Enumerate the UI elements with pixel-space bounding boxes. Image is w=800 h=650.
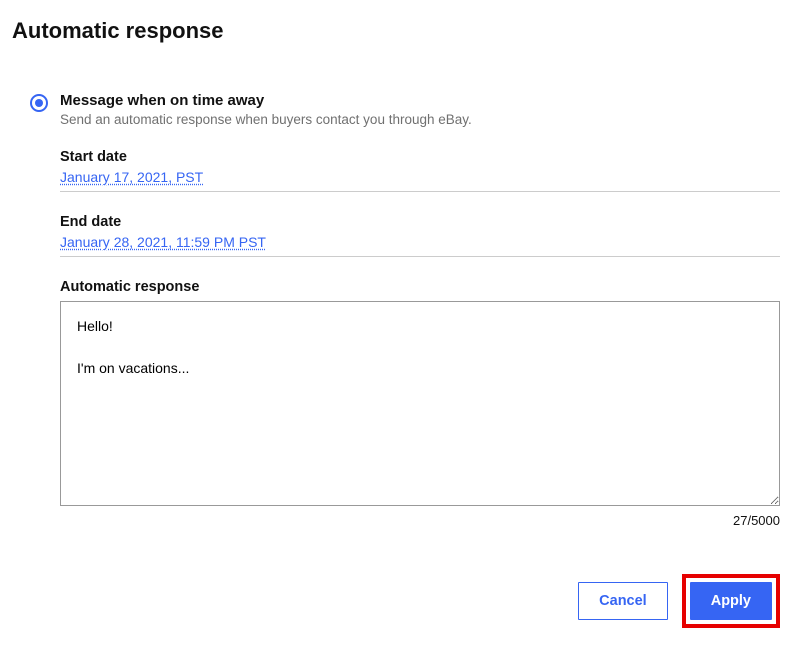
option-row: Message when on time away Send an automa… (30, 92, 780, 528)
option-title: Message when on time away (60, 92, 780, 109)
apply-button[interactable]: Apply (690, 582, 772, 620)
end-date-label: End date (60, 214, 780, 230)
start-date-link[interactable]: January 17, 2021, PST (60, 169, 780, 192)
auto-response-field: Automatic response 27/5000 (60, 279, 780, 528)
radio-time-away[interactable] (30, 94, 48, 112)
start-date-field: Start date January 17, 2021, PST (60, 149, 780, 192)
action-row: Cancel Apply (578, 574, 780, 628)
end-date-field: End date January 28, 2021, 11:59 PM PST (60, 214, 780, 257)
option-description: Send an automatic response when buyers c… (60, 112, 780, 127)
char-count: 27/5000 (60, 513, 780, 528)
cancel-button[interactable]: Cancel (578, 582, 668, 620)
auto-response-label: Automatic response (60, 279, 780, 295)
option-body: Message when on time away Send an automa… (60, 92, 780, 528)
apply-highlight: Apply (682, 574, 780, 628)
end-date-link[interactable]: January 28, 2021, 11:59 PM PST (60, 234, 780, 257)
page-title: Automatic response (12, 18, 780, 44)
start-date-label: Start date (60, 149, 780, 165)
auto-response-textarea[interactable] (60, 301, 780, 506)
radio-selected-icon (35, 99, 43, 107)
